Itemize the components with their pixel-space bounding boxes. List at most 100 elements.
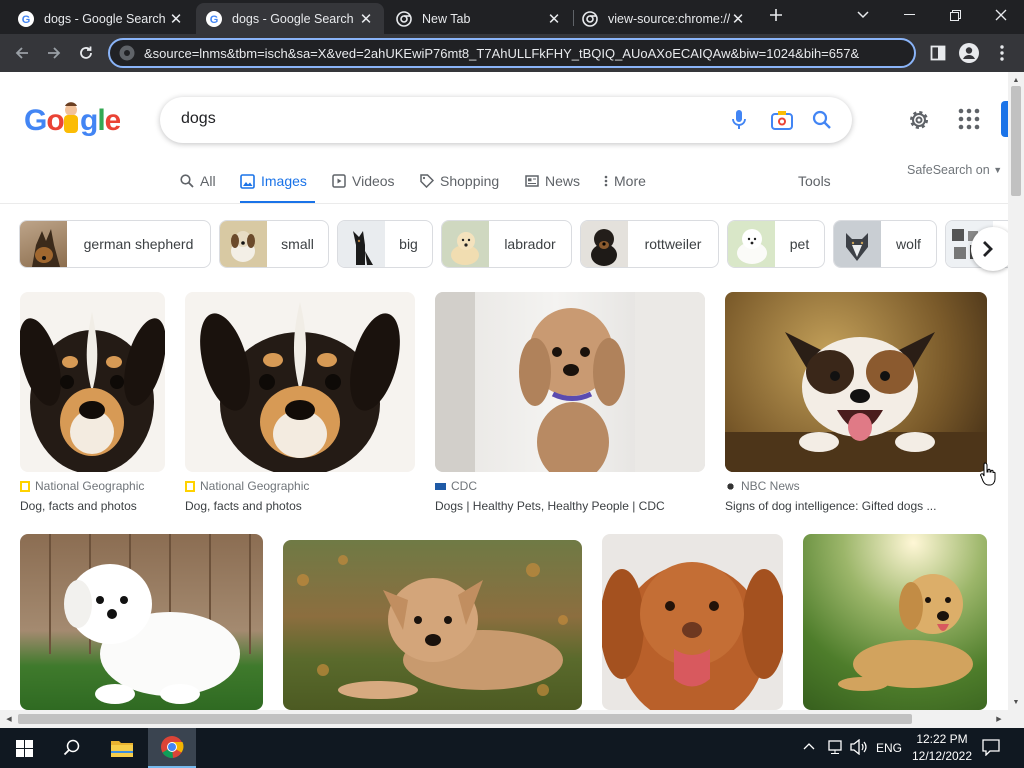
browser-toolbar: &source=lnms&tbm=isch&sa=X&ved=2ahUKEwiP… — [0, 34, 1024, 72]
close-tab-icon[interactable]: ✕ — [546, 11, 562, 28]
google-favicon-icon: G — [206, 10, 222, 27]
close-tab-icon[interactable]: ✕ — [358, 11, 374, 28]
windows-taskbar: ENG 12:22 PM 12/12/2022 — [0, 728, 1024, 768]
notifications-icon[interactable] — [982, 739, 1000, 756]
forward-arrow-icon[interactable] — [40, 39, 68, 67]
result-source[interactable]: National Geographic — [20, 479, 144, 493]
url-text[interactable]: &source=lnms&tbm=isch&sa=X&ved=2ahUKEwiP… — [144, 46, 914, 61]
tab-videos[interactable]: Videos — [332, 168, 395, 204]
search-icon[interactable] — [810, 108, 834, 132]
tools-button[interactable]: Tools — [798, 173, 831, 189]
chip-rottweiler[interactable]: rottweiler — [580, 220, 719, 268]
svg-text:Go: Go — [24, 104, 64, 137]
scroll-up-arrow-icon[interactable]: ▲ — [1011, 75, 1021, 85]
taskbar-search-icon[interactable] — [48, 728, 96, 768]
search-input[interactable]: dogs — [181, 110, 216, 128]
tab-search-chevron-icon[interactable] — [840, 0, 886, 30]
tab-shopping[interactable]: Shopping — [420, 168, 499, 204]
result-thumbnail[interactable] — [803, 534, 987, 710]
browser-tab[interactable]: New Tab ✕ — [386, 3, 572, 34]
side-panel-icon[interactable] — [924, 39, 952, 67]
result-thumbnail[interactable] — [185, 292, 415, 472]
chip-label: wolf — [896, 236, 921, 252]
menu-dots-icon[interactable] — [988, 39, 1016, 67]
profile-icon[interactable] — [955, 39, 983, 67]
scroll-left-arrow-icon[interactable]: ◀ — [4, 714, 14, 724]
browser-tab[interactable]: view-source:chrome:// ✕ — [572, 3, 756, 34]
windows-start-icon[interactable] — [0, 728, 48, 768]
result-thumbnail[interactable] — [20, 292, 165, 472]
result-source-name: CDC — [451, 479, 477, 493]
image-result[interactable] — [20, 534, 263, 710]
volume-icon[interactable] — [850, 739, 868, 755]
tab-news[interactable]: News — [525, 168, 580, 204]
search-box[interactable]: dogs — [160, 97, 852, 143]
result-source[interactable]: National Geographic — [185, 479, 309, 493]
image-result[interactable] — [283, 540, 582, 710]
vertical-scrollbar-thumb[interactable] — [1011, 86, 1021, 196]
result-thumbnail[interactable] — [283, 540, 582, 710]
image-result[interactable]: NBC News Signs of dog intelligence: Gift… — [725, 292, 987, 517]
network-icon[interactable] — [827, 739, 845, 755]
chrome-taskbar-icon[interactable] — [148, 728, 196, 768]
result-thumbnail[interactable] — [435, 292, 705, 472]
chip-big[interactable]: big — [337, 220, 433, 268]
chip-label: rottweiler — [644, 236, 702, 252]
restore-icon[interactable] — [932, 0, 978, 30]
reload-icon[interactable] — [72, 39, 100, 67]
minimize-icon[interactable] — [886, 0, 932, 30]
chip-german-shepherd[interactable]: german shepherd — [19, 220, 211, 268]
chrome-favicon-icon — [582, 10, 598, 27]
chip-pet[interactable]: pet — [727, 220, 825, 268]
tab-images[interactable]: Images — [240, 168, 315, 204]
result-source-name: National Geographic — [35, 479, 145, 493]
safesearch-menu[interactable]: SafeSearch on ▼ — [907, 163, 1002, 177]
result-source[interactable]: NBC News — [725, 479, 800, 493]
camera-lens-icon[interactable] — [770, 108, 794, 132]
settings-gear-icon[interactable] — [907, 108, 931, 132]
back-arrow-icon[interactable] — [8, 39, 36, 67]
image-result[interactable]: National Geographic Dog, facts and photo… — [20, 292, 165, 517]
result-title[interactable]: Signs of dog intelligence: Gifted dogs .… — [725, 499, 936, 513]
close-tab-icon[interactable]: ✕ — [168, 11, 184, 28]
chip-wolf[interactable]: wolf — [833, 220, 937, 268]
taskbar-clock[interactable]: 12:22 PM 12/12/2022 — [908, 731, 976, 765]
browser-tab[interactable]: G dogs - Google Search ✕ — [8, 3, 194, 34]
horizontal-scrollbar-thumb[interactable] — [18, 714, 912, 724]
scroll-down-arrow-icon[interactable]: ▼ — [1011, 697, 1021, 707]
nat-geo-favicon-icon — [185, 480, 195, 492]
scroll-right-arrow-icon[interactable]: ▶ — [994, 714, 1004, 724]
tab-all[interactable]: All — [180, 168, 216, 204]
search-results-page: Go gle dogs All Images Videos Shopping N… — [0, 72, 1008, 710]
chips-next-arrow-icon[interactable] — [971, 227, 1008, 271]
image-result[interactable]: CDC Dogs | Healthy Pets, Healthy People … — [435, 292, 705, 517]
close-window-icon[interactable] — [978, 0, 1024, 30]
result-thumbnail[interactable] — [602, 534, 783, 710]
tab-more[interactable]: More — [604, 168, 646, 204]
image-result[interactable]: National Geographic Dog, facts and photo… — [185, 292, 415, 517]
address-bar[interactable]: &source=lnms&tbm=isch&sa=X&ved=2ahUKEwiP… — [108, 38, 916, 68]
image-result[interactable] — [602, 534, 783, 710]
image-result[interactable] — [803, 534, 987, 710]
result-thumbnail[interactable] — [725, 292, 987, 472]
file-explorer-icon[interactable] — [98, 728, 146, 768]
result-thumbnail[interactable] — [20, 534, 263, 710]
new-tab-icon[interactable] — [754, 0, 798, 30]
site-info-icon[interactable] — [114, 40, 140, 66]
sign-in-button[interactable] — [1001, 101, 1008, 137]
close-tab-icon[interactable]: ✕ — [730, 11, 746, 28]
browser-tab-active[interactable]: G dogs - Google Search ✕ — [196, 3, 384, 34]
result-title[interactable]: Dog, facts and photos — [185, 499, 302, 513]
result-source[interactable]: CDC — [435, 479, 477, 493]
chip-small[interactable]: small — [219, 220, 329, 268]
tab-title: view-source:chrome:// — [608, 11, 730, 26]
play-icon — [332, 174, 346, 188]
language-indicator[interactable]: ENG — [876, 741, 902, 755]
chip-labrador[interactable]: labrador — [441, 220, 572, 268]
result-title[interactable]: Dogs | Healthy Pets, Healthy People | CD… — [435, 499, 665, 513]
google-logo[interactable]: Go gle — [24, 100, 120, 138]
result-title[interactable]: Dog, facts and photos — [20, 499, 137, 513]
google-apps-icon[interactable] — [958, 108, 980, 130]
tray-chevron-up-icon[interactable] — [803, 742, 815, 750]
microphone-icon[interactable] — [727, 108, 751, 132]
